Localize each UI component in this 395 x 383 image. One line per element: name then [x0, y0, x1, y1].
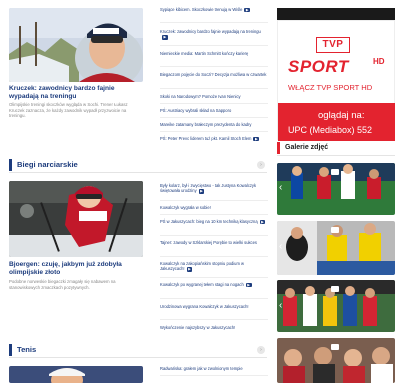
tvp-sport-hd-ad[interactable]: TVP SPORT HD WŁĄCZ TVP SPORT HD oglądaj …: [277, 20, 395, 141]
list-divider: [160, 22, 268, 23]
headline-link[interactable]: Były kolarz, był i zwycięstwo - tak Just…: [160, 183, 268, 194]
section-more-chevron-icon[interactable]: ›: [257, 161, 265, 169]
right-top-strip: [277, 8, 395, 20]
list-divider: [160, 214, 268, 215]
video-camera-icon: ▶: [162, 35, 168, 40]
gallery-prev-arrow-icon[interactable]: ‹: [279, 183, 285, 193]
lead-photo-skier[interactable]: [9, 8, 143, 82]
section-accent-bar: [9, 159, 12, 171]
headline-link[interactable]: Mareike zatamany brałeczym prezydenta do…: [160, 122, 268, 127]
ad-tagline: WŁĄCZ TVP SPORT HD: [288, 83, 373, 92]
list-divider: [160, 319, 268, 320]
ad-hd-badge: HD: [373, 57, 385, 66]
video-camera-icon: ▶: [198, 189, 205, 194]
headline-link[interactable]: Sypiące kibicem. Skoczkowie trenują w Wi…: [160, 7, 268, 13]
headline-link[interactable]: Kowalczyk po wygranej tełem stagi na nog…: [160, 282, 268, 288]
lead-desc-2: Podobne norweskie biegaczki zmagały się …: [9, 279, 116, 290]
section-more-chevron-icon[interactable]: ›: [257, 346, 265, 354]
video-camera-icon: ▶: [244, 8, 251, 13]
lead-title-2[interactable]: Bjoergen: czuję, jakbym już zdobyła olim…: [9, 261, 143, 277]
list-divider: [160, 66, 268, 67]
ad-sport-word: SPORT: [288, 57, 349, 76]
list-divider: [160, 298, 268, 299]
list-divider: [160, 117, 268, 118]
list-divider: [160, 103, 268, 104]
section-accent-bar: [9, 344, 12, 356]
gallery-camera-icon: [331, 344, 339, 350]
headline-link[interactable]: Biegaczom pojęcie do Soczi? Decyzja możl…: [160, 72, 268, 77]
section-title-tenis[interactable]: Tenis: [17, 344, 36, 356]
gallery-thumb[interactable]: [277, 338, 395, 383]
gallery-thumb[interactable]: [277, 280, 395, 332]
section-title-biegi[interactable]: Biegi narciarskie: [17, 159, 78, 171]
tvp-logo: TVP: [316, 37, 350, 53]
video-camera-icon: ▶: [245, 283, 252, 288]
headline-link[interactable]: Kowalczyk na zakopiańskim stopniu podium…: [160, 261, 268, 272]
gallery-header: Galerie zdjęć: [277, 140, 395, 156]
lead-photo-tenis[interactable]: [9, 366, 143, 383]
lead-title-1[interactable]: Kruczek: zawodnicy bardzo fajnie wypadaj…: [9, 85, 143, 101]
gallery-camera-icon: [331, 227, 339, 233]
headline-link[interactable]: PŚ w Jakuszycach: bieg na 10 km techniką…: [160, 219, 268, 225]
gallery-prev-arrow-icon[interactable]: ‹: [279, 242, 285, 252]
ad-line-1: oglądaj na:: [318, 110, 365, 121]
gallery-title[interactable]: Galerie zdjęć: [285, 143, 328, 153]
headline-link[interactable]: Urodzinowa wygrana Kowalczyk w Jakuszyca…: [160, 304, 268, 309]
section-header-tenis: Tenis ›: [9, 342, 267, 358]
list-divider: [160, 45, 268, 46]
ad-channel-band: oglądaj na: UPC (Mediabox) 552: [278, 103, 395, 141]
headline-link[interactable]: Kruczek: zawodnicy bardzo fajnie wypadaj…: [160, 29, 268, 40]
lead-photo-bjoergen[interactable]: [9, 181, 143, 257]
gallery-thumb[interactable]: [277, 163, 395, 215]
ad-line-2: UPC (Mediabox) 552: [288, 125, 373, 135]
list-divider: [160, 375, 268, 376]
headline-link[interactable]: Radwańska: grałem jak w zwolnionym tempi…: [160, 366, 268, 371]
video-camera-icon: ▶: [253, 137, 260, 142]
gallery-camera-icon: [331, 169, 339, 175]
headline-link[interactable]: Tajner: zawody w Szklarskiej Porębie to …: [160, 240, 268, 245]
section-header-biegi: Biegi narciarskie ›: [9, 157, 267, 173]
headline-link[interactable]: Kowalczyk wygrała w sobie!: [160, 205, 268, 210]
gallery-camera-icon: [331, 286, 339, 292]
headline-link[interactable]: PŚ: Austriacy wybrali skład na Sapporo: [160, 108, 268, 113]
list-divider: [160, 131, 268, 132]
list-divider: [160, 88, 268, 89]
video-camera-icon: ▶: [186, 267, 193, 272]
lead-desc-1: Olimpijskie treningi skoczków wygląda w …: [9, 102, 128, 118]
headline-link[interactable]: Wykończenie najszybszy w Jakuszycach!: [160, 325, 268, 330]
list-divider: [160, 200, 268, 201]
headline-link[interactable]: PŚ: Peter Prevc liderem tuż pkt. Kamil S…: [160, 136, 268, 142]
list-divider: [160, 256, 268, 257]
gallery-thumb[interactable]: [277, 221, 395, 275]
gallery-prev-arrow-icon[interactable]: ‹: [279, 301, 285, 311]
headline-link[interactable]: Niemieckie media: Martin Schmitt kończy …: [160, 51, 268, 56]
gallery-accent-bar: [277, 142, 280, 154]
list-divider: [160, 235, 268, 236]
video-camera-icon: ▶: [259, 220, 266, 225]
headline-link[interactable]: Skoki na Narodowym? Pomoże Ivan Nienicy: [160, 94, 268, 99]
list-divider: [160, 277, 268, 278]
